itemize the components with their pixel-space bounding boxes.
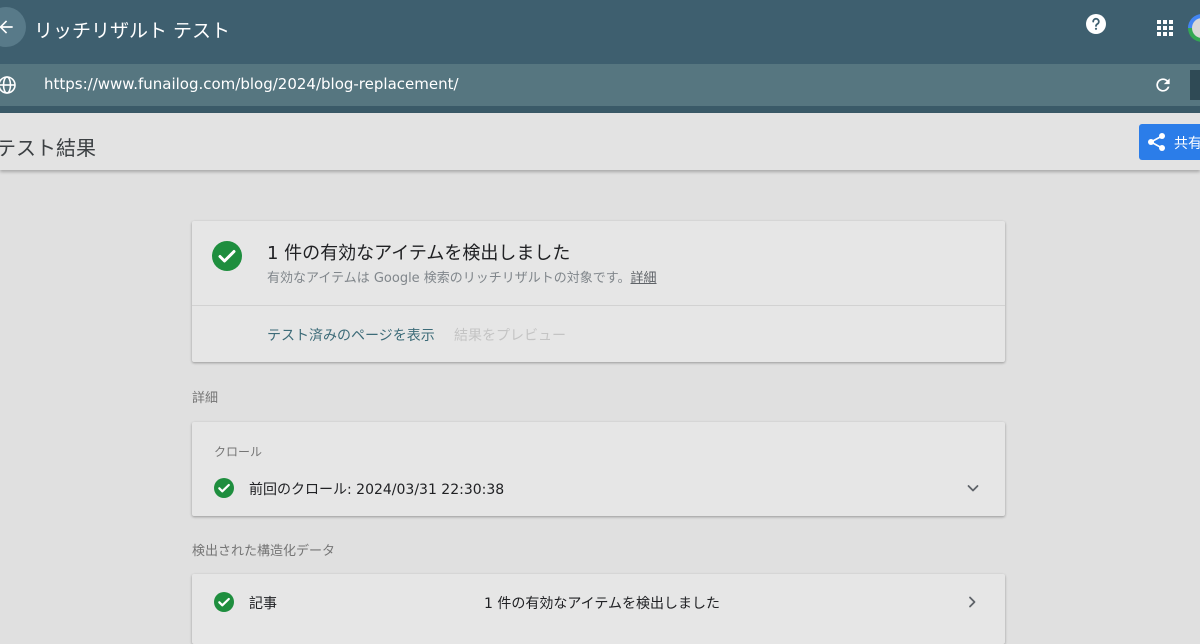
crawl-card[interactable]: クロール 前回のクロール: 2024/03/31 22:30:38: [192, 422, 1005, 516]
check-circle-icon: [212, 241, 242, 271]
structured-data-section-label: 検出された構造化データ: [192, 544, 336, 559]
share-label: 共有: [1174, 136, 1200, 152]
card-divider: [192, 305, 1005, 306]
summary-card: 1 件の有効なアイテムを検出しました 有効なアイテムは Google 検索のリッ…: [192, 221, 1005, 362]
summary-subtitle-text: 有効なアイテムは Google 検索のリッチリザルトの対象です。: [267, 271, 631, 286]
back-button[interactable]: [0, 7, 26, 47]
summary-title: 1 件の有効なアイテムを検出しました: [267, 243, 571, 264]
apps-grid-icon: [1157, 20, 1173, 36]
app-title: リッチリザルト テスト: [34, 20, 231, 42]
details-section-label: 詳細: [192, 391, 219, 406]
details-link[interactable]: 詳細: [631, 271, 657, 286]
url-text[interactable]: https://www.funailog.com/blog/2024/blog-…: [44, 75, 459, 93]
check-circle-icon: [214, 478, 234, 498]
results-header: テスト結果 共有: [0, 113, 1200, 170]
globe-icon: [0, 75, 17, 95]
back-arrow-icon: [0, 20, 13, 34]
last-crawl-text: 前回のクロール: 2024/03/31 22:30:38: [249, 482, 505, 498]
check-circle-icon: [214, 592, 234, 612]
chevron-right-icon[interactable]: [964, 594, 980, 610]
help-button[interactable]: [1086, 14, 1106, 34]
structured-data-status: 1 件の有効なアイテムを検出しました: [484, 596, 720, 612]
help-icon: [1086, 14, 1106, 34]
page-title: テスト結果: [0, 136, 96, 160]
reload-button[interactable]: [1153, 75, 1173, 95]
share-icon: [1148, 133, 1165, 151]
url-bar-edge: [1190, 70, 1200, 100]
preview-results-button[interactable]: 結果をプレビュー: [454, 325, 566, 345]
chevron-down-icon[interactable]: [965, 480, 981, 496]
structured-data-type: 記事: [249, 596, 277, 612]
crawl-label: クロール: [214, 445, 263, 459]
apps-button[interactable]: [1156, 19, 1174, 37]
app-bar: リッチリザルト テスト: [0, 0, 1200, 64]
summary-subtitle: 有効なアイテムは Google 検索のリッチリザルトの対象です。詳細: [267, 267, 657, 286]
structured-data-row[interactable]: 記事 1 件の有効なアイテムを検出しました: [192, 574, 1005, 644]
account-avatar[interactable]: [1188, 14, 1200, 42]
share-button[interactable]: 共有: [1139, 124, 1200, 160]
view-tested-page-button[interactable]: テスト済みのページを表示: [267, 325, 435, 345]
url-bar: https://www.funailog.com/blog/2024/blog-…: [0, 64, 1200, 106]
reload-icon: [1156, 78, 1170, 92]
url-bar-shadow: [0, 106, 1200, 113]
